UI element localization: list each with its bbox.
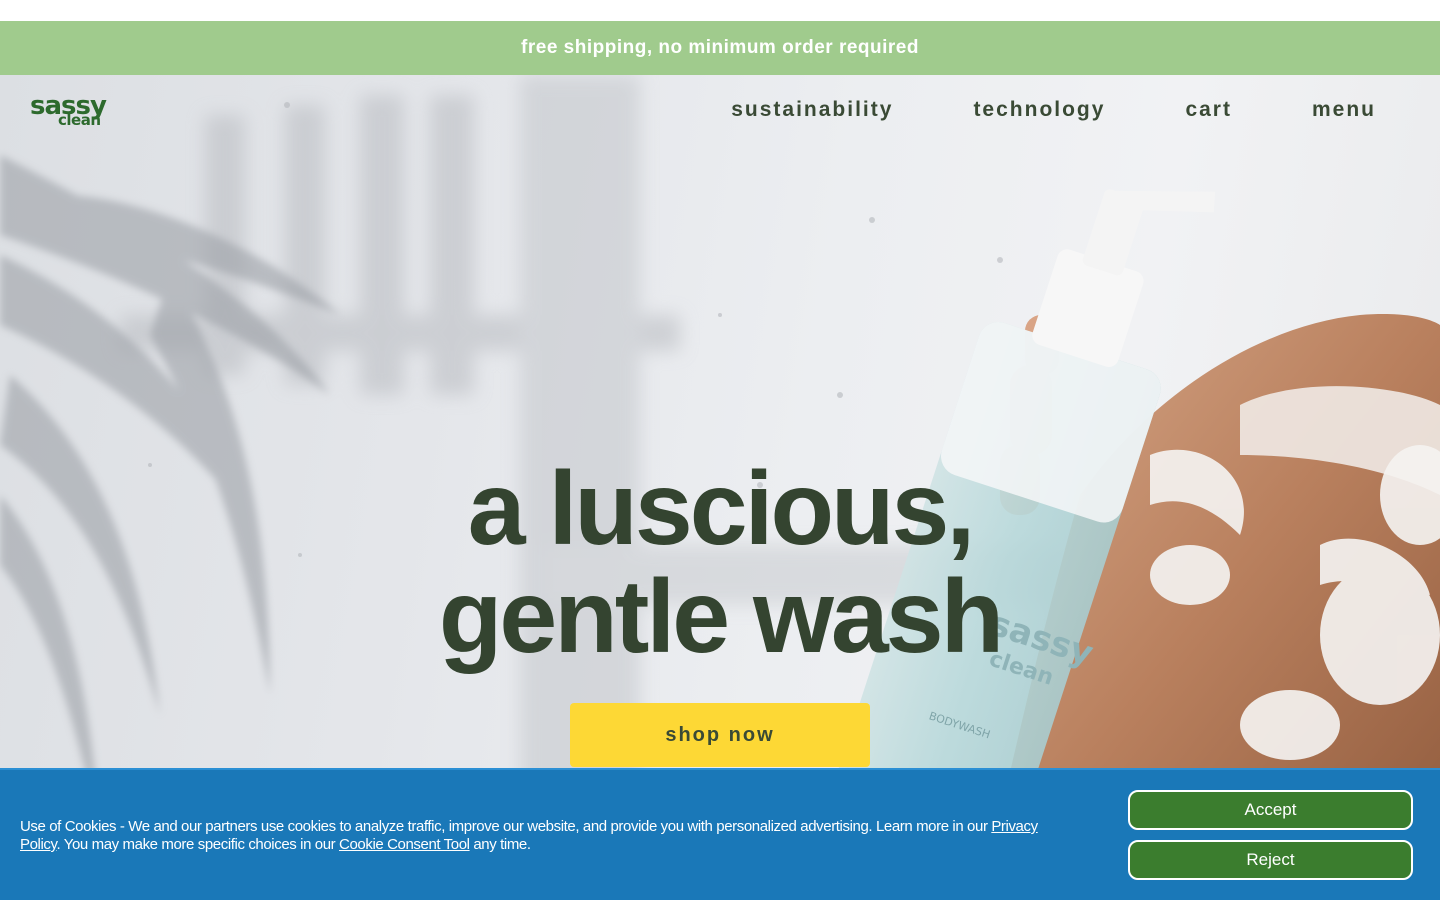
cookie-banner: Use of Cookies - We and our partners use…: [0, 768, 1440, 900]
nav-technology[interactable]: technology: [973, 98, 1105, 122]
headline-line-2: gentle wash: [438, 559, 1004, 675]
nav-sustainability[interactable]: sustainability: [731, 98, 893, 122]
shop-now-button[interactable]: shop now: [570, 703, 870, 767]
hero-headline: a luscious, gentle wash: [0, 455, 1440, 671]
logo-text-clean: clean: [58, 111, 101, 129]
headline-line-1: a luscious,: [467, 451, 976, 567]
announcement-text: free shipping, no minimum order required: [521, 37, 919, 58]
logo[interactable]: sassy clean: [30, 93, 120, 133]
cookie-text: Use of Cookies - We and our partners use…: [20, 818, 1038, 853]
accept-button[interactable]: Accept: [1128, 790, 1413, 830]
announcement-bar: free shipping, no minimum order required: [0, 21, 1440, 75]
reject-button[interactable]: Reject: [1128, 840, 1413, 880]
nav-menu[interactable]: menu: [1312, 98, 1376, 122]
cookie-consent-tool-link[interactable]: Cookie Consent Tool: [339, 836, 470, 853]
nav-cart[interactable]: cart: [1185, 98, 1232, 122]
page: free shipping, no minimum order required: [0, 0, 1440, 900]
main-nav: sustainability technology cart menu: [731, 98, 1376, 122]
